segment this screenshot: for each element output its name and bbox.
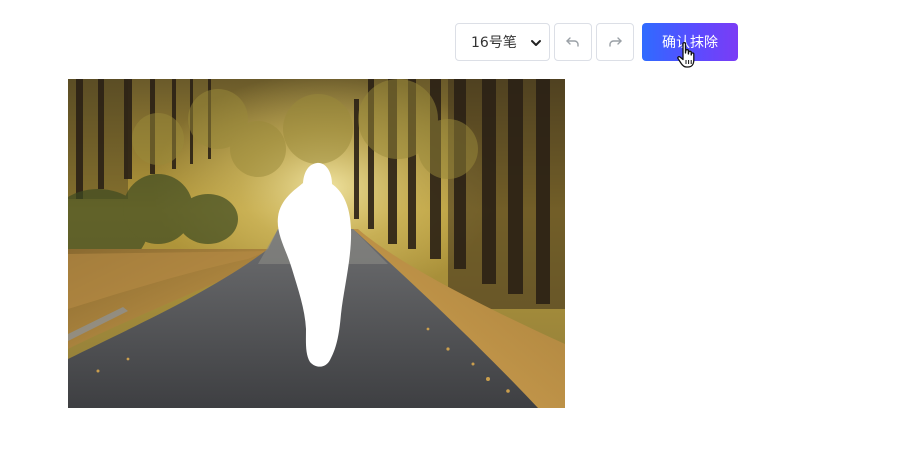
toolbar: 16号笔 确认抹除 bbox=[0, 0, 924, 70]
photo-canvas[interactable] bbox=[68, 79, 565, 408]
redo-button[interactable] bbox=[596, 23, 634, 61]
confirm-erase-label: 确认抹除 bbox=[662, 35, 718, 51]
undo-icon bbox=[566, 37, 579, 47]
redo-icon bbox=[609, 37, 622, 47]
eraser-editor: 16号笔 确认抹除 bbox=[0, 0, 924, 456]
undo-button[interactable] bbox=[554, 23, 592, 61]
autumn-road-photo bbox=[68, 79, 565, 408]
confirm-erase-button[interactable]: 确认抹除 bbox=[642, 23, 738, 61]
brush-size-value: 16号笔 bbox=[471, 35, 517, 51]
chevron-down-icon bbox=[531, 40, 541, 46]
brush-size-select[interactable]: 16号笔 bbox=[455, 23, 550, 61]
